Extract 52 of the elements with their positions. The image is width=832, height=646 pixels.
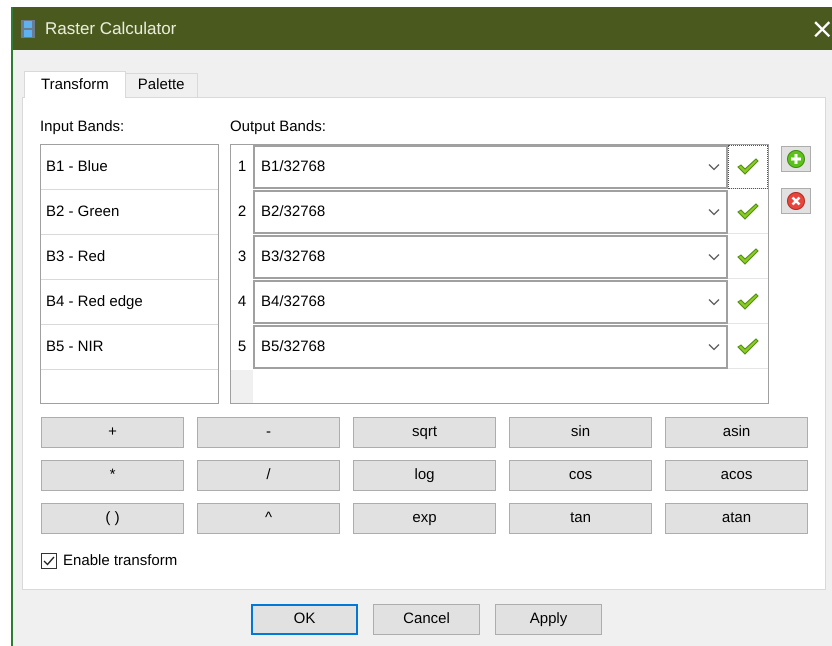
band-item[interactable]: B1 - Blue	[41, 145, 218, 190]
expression-combo[interactable]: B4/32768	[253, 280, 728, 324]
enable-transform-checkbox[interactable]	[41, 553, 57, 570]
band-item[interactable]: B2 - Green	[41, 190, 218, 235]
band-item[interactable]: B4 - Red edge	[41, 280, 218, 325]
output-bands-label: Output Bands:	[230, 117, 327, 137]
operator-button[interactable]: acos	[665, 460, 808, 491]
caret-icon	[708, 343, 720, 351]
checkmark-icon	[43, 556, 55, 566]
operator-button[interactable]: *	[41, 460, 184, 491]
operator-button[interactable]: exp	[353, 503, 496, 534]
band-item[interactable]: B5 - NIR	[41, 325, 218, 370]
caret-icon	[708, 298, 720, 306]
row-number: 3	[236, 247, 248, 268]
dialog-button[interactable]: Cancel	[373, 604, 480, 635]
dialog-button[interactable]: OK	[251, 604, 358, 635]
operator-button[interactable]: log	[353, 460, 496, 491]
expression-combo[interactable]: B2/32768	[253, 190, 728, 234]
remove-button[interactable]	[781, 188, 811, 214]
close-button[interactable]: ×	[810, 14, 832, 42]
operator-button[interactable]: ^	[197, 503, 340, 534]
row-number: 1	[236, 157, 248, 178]
row-number: 4	[236, 292, 248, 312]
dialog-button[interactable]: Apply	[495, 604, 602, 635]
caret-icon	[708, 253, 720, 261]
tab[interactable]: Transform	[24, 71, 126, 98]
operator-button[interactable]: cos	[509, 460, 652, 491]
row-number: 2	[236, 202, 248, 222]
window-title: Raster Calculator	[45, 18, 176, 40]
operator-button[interactable]: +	[41, 417, 184, 448]
operator-button[interactable]: asin	[665, 417, 808, 448]
enable-transform-label[interactable]: Enable transform	[63, 550, 178, 572]
caret-icon	[708, 163, 720, 171]
operator-button[interactable]: /	[197, 460, 340, 491]
tab[interactable]: Palette	[126, 73, 198, 97]
operator-button[interactable]: sin	[509, 417, 652, 448]
plus-icon	[787, 150, 805, 168]
operator-button[interactable]: sqrt	[353, 417, 496, 448]
operator-button[interactable]: atan	[665, 503, 808, 534]
row-number: 5	[236, 337, 248, 358]
operator-button[interactable]: ( )	[41, 503, 184, 534]
expression-combo[interactable]: B5/32768	[253, 325, 728, 369]
input-bands-label: Input Bands:	[40, 117, 126, 137]
app-icon	[21, 20, 35, 38]
expression-combo[interactable]: B3/32768	[253, 235, 728, 279]
caret-icon	[708, 208, 720, 216]
operator-button[interactable]: tan	[509, 503, 652, 534]
band-item[interactable]: B3 - Red	[41, 235, 218, 280]
expression-combo[interactable]: B1/32768	[253, 145, 728, 189]
close-icon	[787, 192, 805, 210]
operator-button[interactable]: -	[197, 417, 340, 448]
add-button[interactable]	[781, 146, 811, 172]
